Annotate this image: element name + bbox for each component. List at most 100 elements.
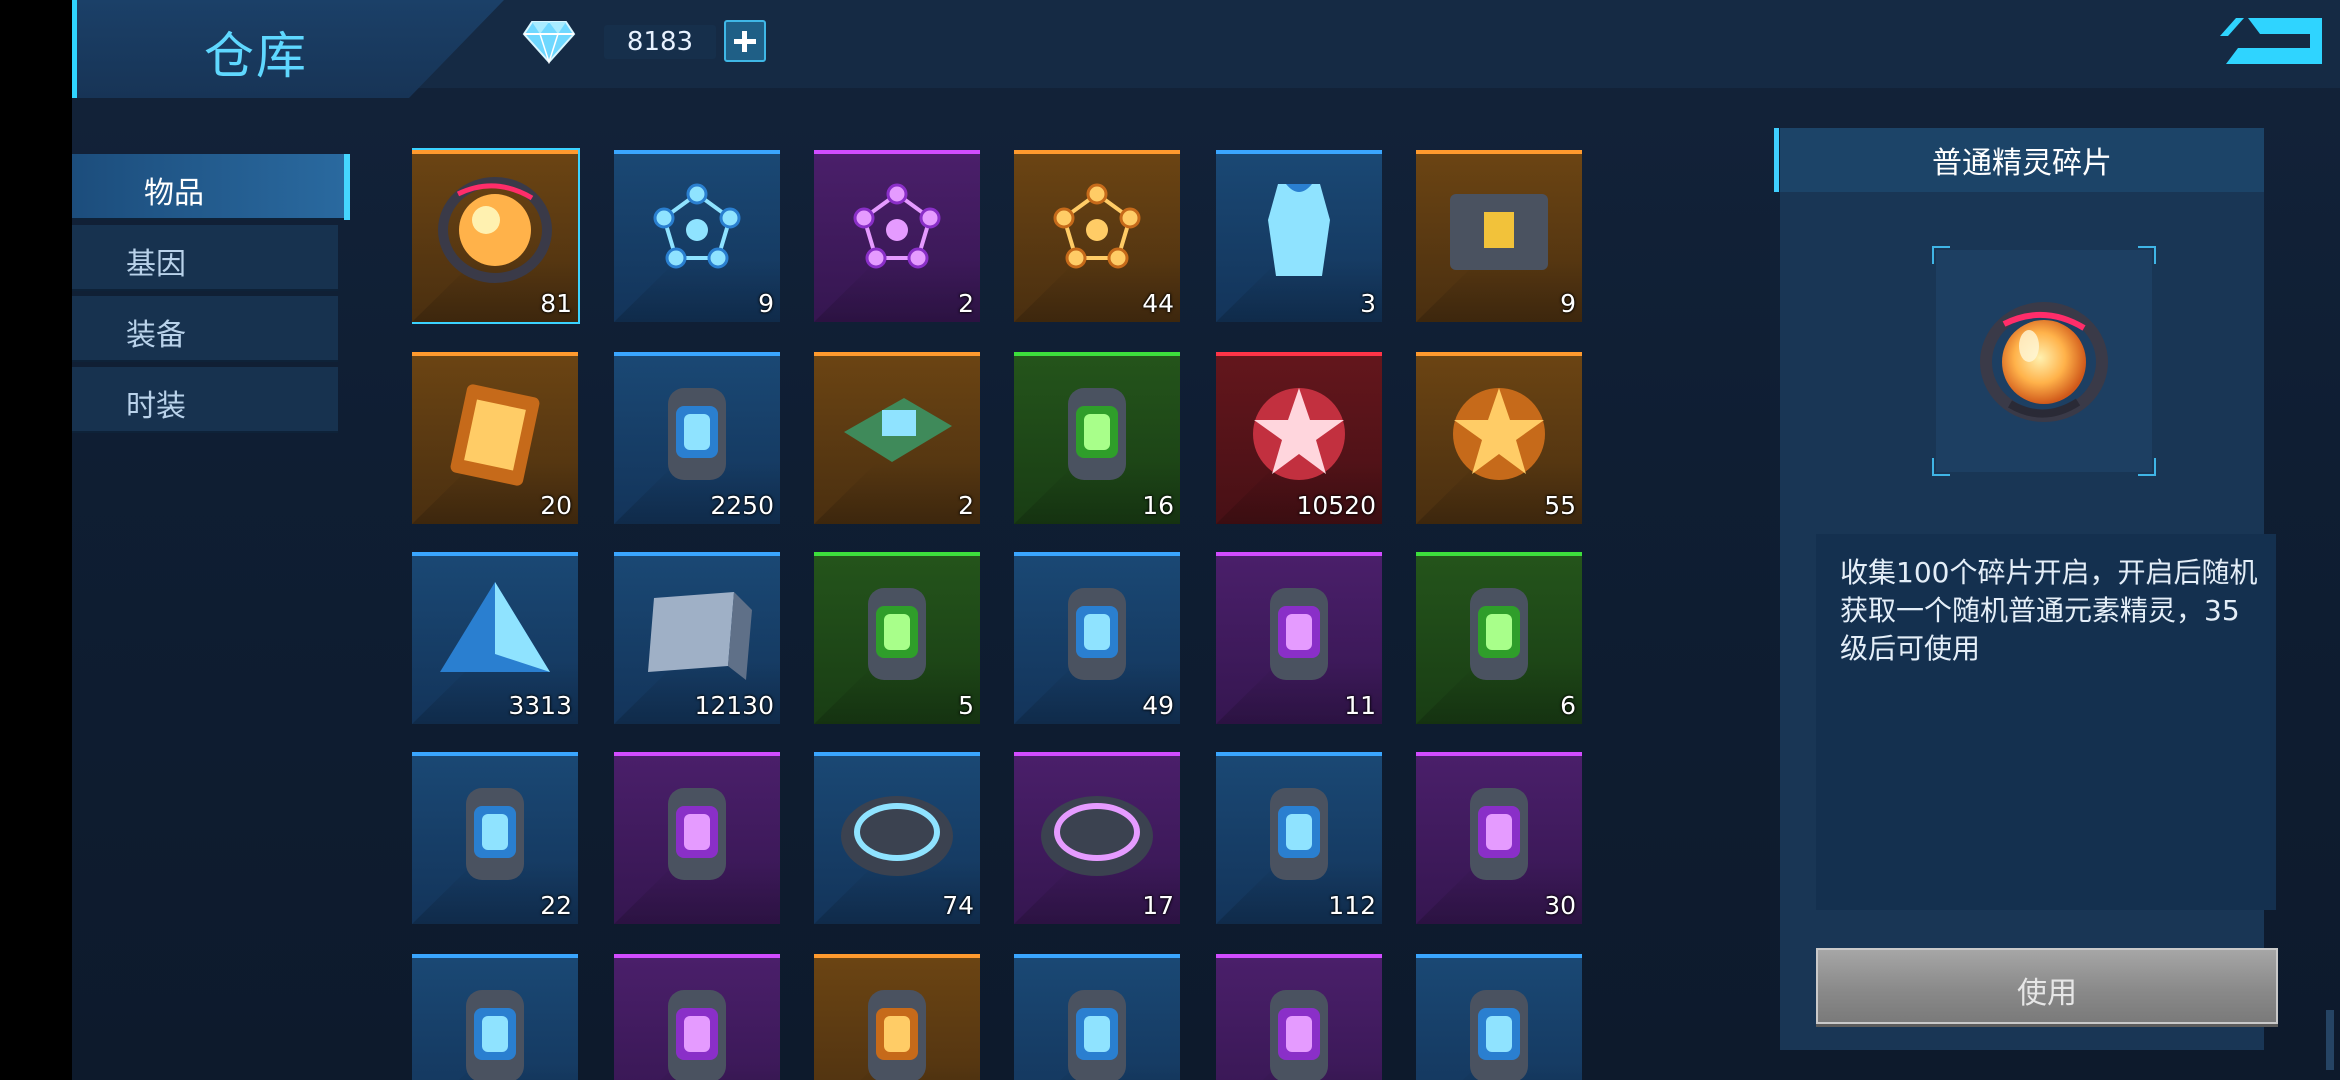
inventory-item[interactable]: 5 (814, 552, 980, 724)
item-count: 12130 (694, 691, 774, 720)
blue-pyramid-icon (440, 582, 550, 672)
item-count: 3 (1360, 289, 1376, 318)
tab-label: 装备 (126, 318, 186, 353)
blue-reactor-icon (1068, 990, 1126, 1080)
warehouse-screen: 仓库 8183 物品 基因 装备 时装 81 9 2 44 3 9 20 225… (72, 0, 2340, 1080)
detail-title: 普通精灵碎片 (1932, 146, 2112, 181)
inventory-item[interactable]: 44 (1014, 150, 1180, 322)
inventory-item[interactable] (1014, 954, 1180, 1080)
scroll-edge (2326, 1010, 2334, 1070)
use-button[interactable]: 使用 (1816, 948, 2278, 1024)
rune-card-icon (450, 384, 540, 486)
blue-disc-icon (841, 796, 953, 876)
diamond-count: 8183 (604, 25, 716, 59)
purple-canister-icon (1270, 588, 1328, 680)
inventory-item[interactable]: 55 (1416, 352, 1582, 524)
purple-reactor-icon (1270, 990, 1328, 1080)
add-diamond-button[interactable] (724, 20, 766, 62)
gold-molecule-icon (1053, 183, 1141, 269)
inventory-item[interactable]: 20 (412, 352, 578, 524)
item-count: 44 (1142, 289, 1174, 318)
detail-accent-bar (1774, 128, 1779, 192)
inventory-item[interactable]: 49 (1014, 552, 1180, 724)
item-count: 112 (1328, 891, 1376, 920)
item-description: 收集100个碎片开启，开启后随机获取一个随机普通元素精灵，35级后可使用 (1840, 556, 2258, 665)
inventory-item[interactable]: 81 (412, 148, 580, 324)
inventory-item[interactable]: 2250 (614, 352, 780, 524)
inventory-item[interactable]: 3 (1216, 150, 1382, 322)
inventory-item[interactable] (614, 752, 780, 924)
category-sidebar: 物品 基因 装备 时装 (72, 154, 352, 438)
item-count: 16 (1142, 491, 1174, 520)
use-button-label: 使用 (2017, 976, 2077, 1011)
inventory-item[interactable] (1416, 954, 1582, 1080)
inventory-item[interactable]: 22 (412, 752, 578, 924)
item-count: 11 (1344, 691, 1376, 720)
title-accent-bar (72, 0, 77, 98)
item-detail-panel: 普通精灵碎片 收集100个碎片开启，开启后随机获取一个随机普通元素精灵，35级后… (1774, 128, 2278, 1050)
sprite-capsule-icon (438, 177, 552, 283)
blue-canister-icon (1068, 588, 1126, 680)
page-title: 仓库 (204, 27, 308, 85)
inventory-item[interactable]: 9 (614, 150, 780, 322)
item-count: 6 (1560, 691, 1576, 720)
inventory-grid[interactable]: 81 9 2 44 3 9 20 2250 2 16 10520 55 3313 12130 5 49 11 6 2… (412, 148, 1672, 1080)
item-count: 9 (758, 289, 774, 318)
detail-title-bar: 普通精灵碎片 (1780, 128, 2264, 192)
description-box: 收集100个碎片开启，开启后随机获取一个随机普通元素精灵，35级后可使用 (1816, 534, 2276, 910)
blue-molecule-icon (653, 183, 741, 269)
gold-emblem-icon (1453, 388, 1545, 480)
item-count: 3313 (508, 691, 572, 720)
inventory-item[interactable]: 3313 (412, 552, 578, 724)
tab-equipment[interactable]: 装备 (72, 296, 338, 362)
inventory-item[interactable]: 112 (1216, 752, 1382, 924)
inventory-item[interactable]: 2 (814, 352, 980, 524)
inventory-item[interactable]: 2 (814, 150, 980, 322)
purple-module-icon (668, 990, 726, 1080)
item-count: 55 (1544, 491, 1576, 520)
item-count: 5 (958, 691, 974, 720)
inventory-item[interactable]: 17 (1014, 752, 1180, 924)
sprite-capsule-icon (1980, 302, 2108, 422)
purple-disc-icon (1041, 796, 1153, 876)
item-count: 2250 (710, 491, 774, 520)
tab-genes[interactable]: 基因 (72, 225, 338, 291)
tab-label: 时装 (126, 389, 186, 424)
purple-cannon-icon (1470, 788, 1528, 880)
tab-fashion[interactable]: 时装 (72, 367, 338, 433)
item-count: 74 (942, 891, 974, 920)
tab-label: 物品 (144, 176, 204, 211)
inventory-item[interactable]: 16 (1014, 352, 1180, 524)
blue-cannon-icon (1270, 788, 1328, 880)
inventory-item[interactable]: 74 (814, 752, 980, 924)
tab-items[interactable]: 物品 (72, 154, 350, 220)
item-count: 81 (540, 289, 572, 318)
inventory-item[interactable]: 9 (1416, 150, 1582, 322)
item-count: 22 (540, 891, 572, 920)
green-container-icon (1470, 588, 1528, 680)
outfit-fragment-icon (1268, 184, 1330, 276)
inventory-item[interactable]: 11 (1216, 552, 1382, 724)
circuit-chip-icon (844, 398, 952, 462)
item-count: 2 (958, 491, 974, 520)
inventory-item[interactable] (412, 954, 578, 1080)
orange-module-icon (868, 990, 926, 1080)
blue-claw-icon (466, 788, 524, 880)
item-count: 9 (1560, 289, 1576, 318)
green-blaster-icon (868, 588, 926, 680)
purple-molecule-icon (853, 183, 941, 269)
blue-module-icon (466, 990, 524, 1080)
game-stage: 仓库 8183 物品 基因 装备 时装 81 9 2 44 3 9 20 225… (0, 0, 2340, 1080)
inventory-item[interactable]: 12130 (614, 552, 780, 724)
inventory-item[interactable] (614, 954, 780, 1080)
inventory-item[interactable] (1216, 954, 1382, 1080)
item-count: 10520 (1296, 491, 1376, 520)
item-count: 20 (540, 491, 572, 520)
inventory-item[interactable]: 30 (1416, 752, 1582, 924)
inventory-item[interactable]: 6 (1416, 552, 1582, 724)
item-count: 49 (1142, 691, 1174, 720)
back-button[interactable] (2218, 14, 2326, 68)
blue-gauntlet-icon (1470, 990, 1528, 1080)
inventory-item[interactable]: 10520 (1216, 352, 1382, 524)
inventory-item[interactable] (814, 954, 980, 1080)
